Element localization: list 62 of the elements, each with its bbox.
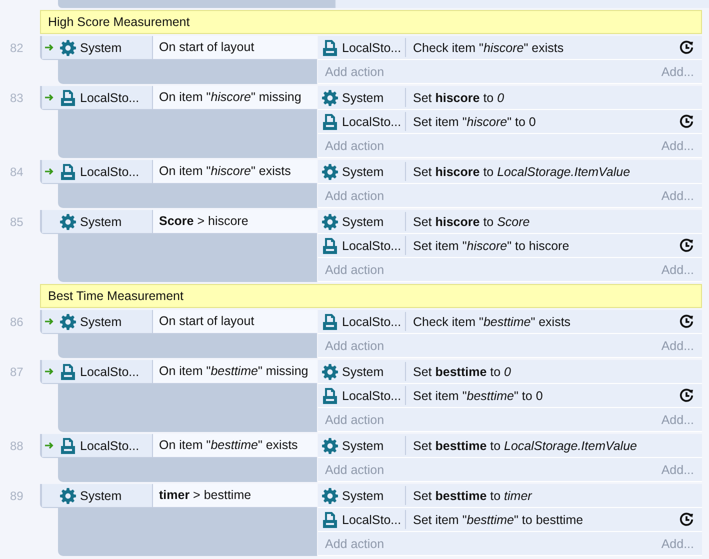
gear-icon	[322, 164, 338, 180]
action-text[interactable]: Set hiscore to Score	[413, 214, 530, 228]
line-number: 83	[10, 91, 24, 105]
action-object[interactable]: LocalSto...	[318, 386, 406, 405]
condition-object[interactable]: System	[42, 36, 153, 59]
gear-icon	[60, 214, 76, 230]
storage-icon	[60, 90, 76, 106]
action-object[interactable]: LocalSto...	[318, 510, 406, 529]
line-number: 84	[10, 165, 24, 179]
action-object[interactable]: LocalSto...	[318, 236, 406, 255]
line-number: 89	[10, 489, 24, 503]
gear-icon	[322, 364, 338, 380]
storage-icon	[60, 438, 76, 454]
action-text[interactable]: Set item "hiscore" to hiscore	[413, 238, 570, 252]
line-number: 82	[10, 41, 24, 55]
condition-object[interactable]: LocalSto...	[42, 86, 153, 109]
condition-object[interactable]: System	[42, 210, 153, 233]
line-number: 85	[10, 215, 24, 229]
storage-icon	[322, 238, 338, 254]
action-object[interactable]: LocalSto...	[318, 112, 406, 131]
action-object[interactable]: System	[318, 212, 406, 231]
action-object[interactable]: LocalSto...	[318, 312, 406, 331]
action-text[interactable]: Check item "besttime" exists	[413, 314, 571, 328]
action-text[interactable]: Set item "besttime" to besttime	[413, 512, 584, 526]
storage-icon	[322, 512, 338, 528]
action-text[interactable]: Set hiscore to 0	[413, 90, 504, 104]
action-text[interactable]: Set besttime to 0	[413, 364, 511, 378]
storage-icon	[322, 314, 338, 330]
line-number: 88	[10, 439, 24, 453]
action-object[interactable]: LocalSto...	[318, 38, 406, 57]
line-number: 86	[10, 315, 24, 329]
gear-icon	[60, 40, 76, 56]
action-object[interactable]: System	[318, 486, 406, 505]
condition-object[interactable]: System	[42, 310, 153, 333]
gear-icon	[322, 214, 338, 230]
gear-icon	[322, 438, 338, 454]
action-text[interactable]: Check item "hiscore" exists	[413, 40, 564, 54]
storage-icon	[60, 364, 76, 380]
storage-icon	[60, 164, 76, 180]
action-text[interactable]: Set besttime to timer	[413, 488, 532, 502]
group-header[interactable]: Best Time Measurement	[40, 284, 702, 308]
gear-icon	[322, 488, 338, 504]
gear-icon	[60, 314, 76, 330]
action-object[interactable]: System	[318, 436, 406, 455]
action-object[interactable]: System	[318, 362, 406, 381]
condition-object[interactable]: LocalSto...	[42, 434, 153, 457]
gear-icon	[60, 488, 76, 504]
condition-object[interactable]: LocalSto...	[42, 360, 153, 383]
storage-icon	[322, 114, 338, 130]
condition-object[interactable]: LocalSto...	[42, 160, 153, 183]
action-text[interactable]: Set item "besttime" to 0	[413, 388, 543, 402]
action-text[interactable]: Set besttime to LocalStorage.ItemValue	[413, 438, 637, 452]
gear-icon	[322, 90, 338, 106]
action-object[interactable]: System	[318, 162, 406, 181]
action-object[interactable]: System	[318, 88, 406, 107]
condition-object[interactable]: System	[42, 484, 153, 507]
action-text[interactable]: Set hiscore to LocalStorage.ItemValue	[413, 164, 630, 178]
storage-icon	[322, 388, 338, 404]
line-number: 87	[10, 365, 24, 379]
storage-icon	[322, 40, 338, 56]
action-text[interactable]: Set item "hiscore" to 0	[413, 114, 536, 128]
group-header[interactable]: High Score Measurement	[40, 10, 702, 34]
